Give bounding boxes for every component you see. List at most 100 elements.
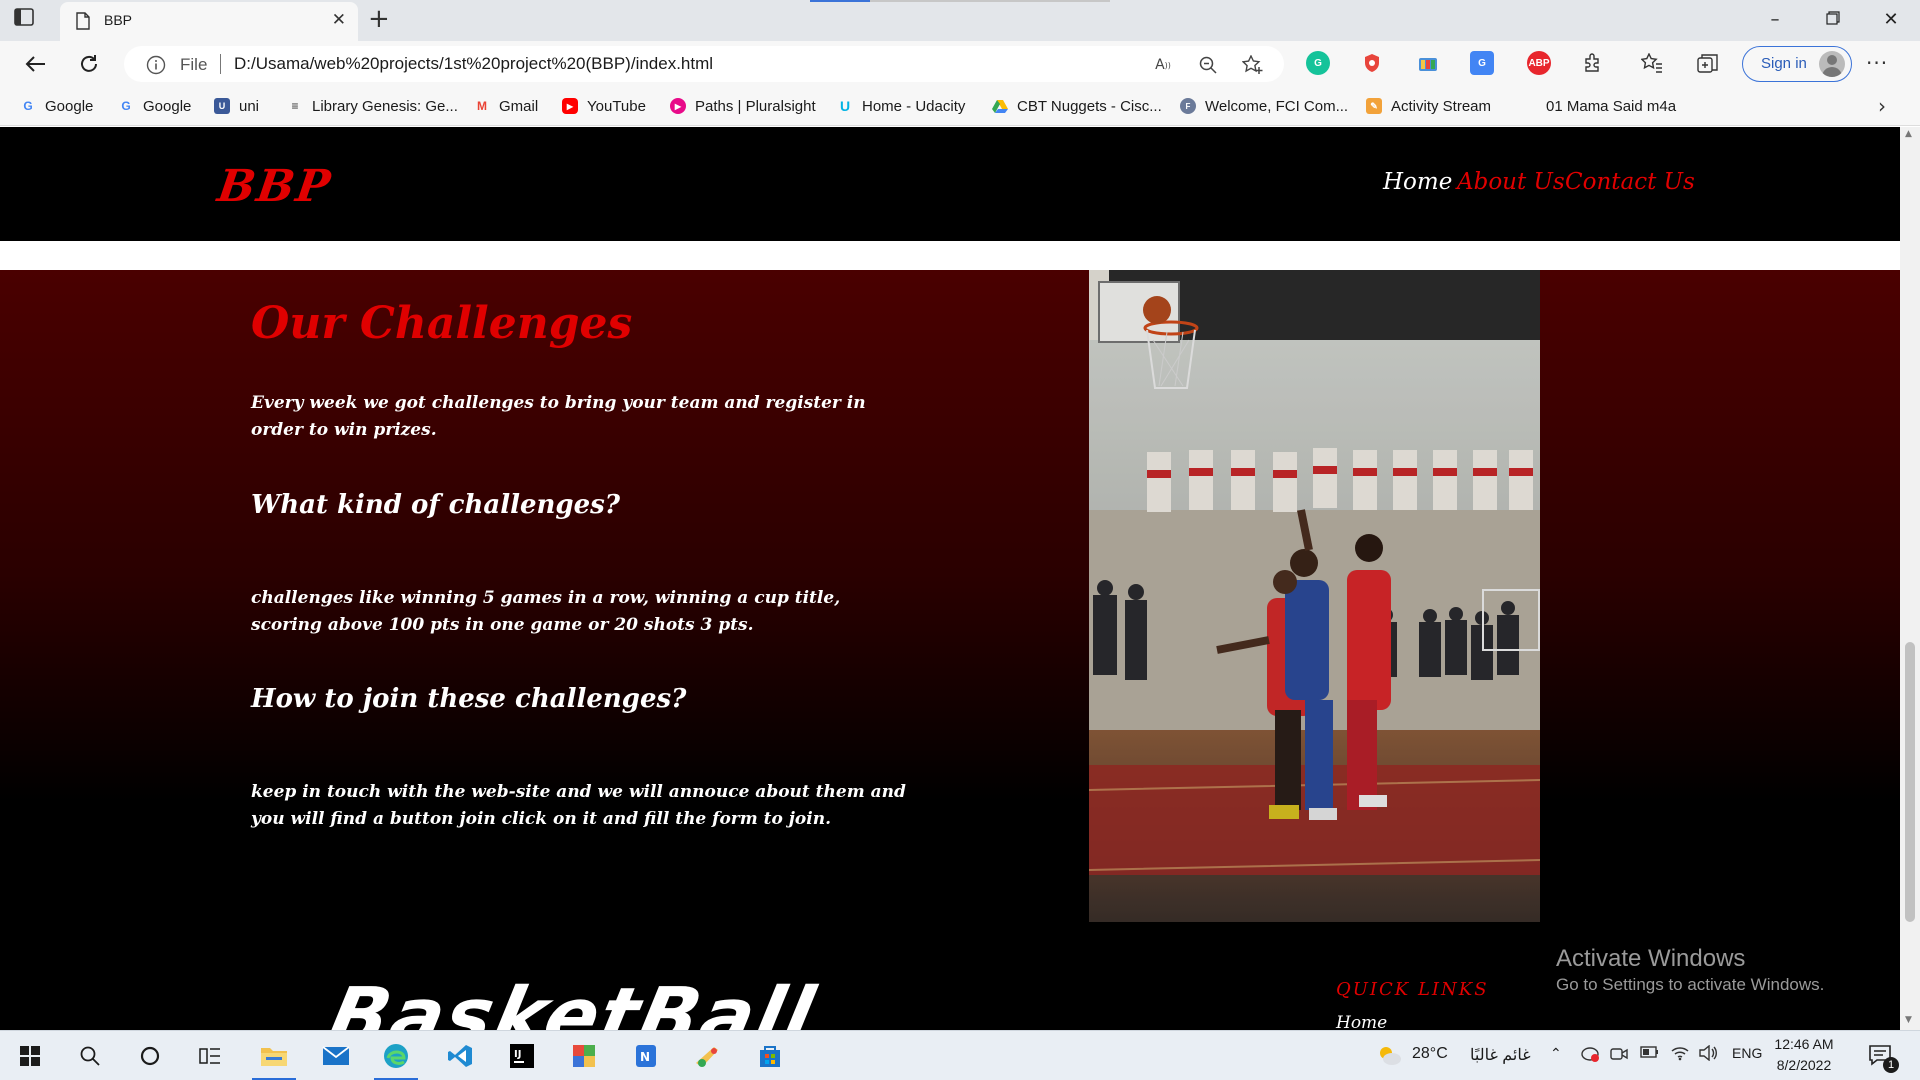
read-aloud-icon[interactable]: A))	[1152, 54, 1174, 76]
bookmark-label: CBT Nuggets - Cisc...	[1017, 97, 1162, 115]
tab-bbp[interactable]: BBP ✕	[60, 2, 358, 41]
shield-extension-icon[interactable]	[1360, 51, 1384, 75]
task-view-button[interactable]	[182, 1031, 238, 1080]
address-separator	[220, 54, 221, 74]
folder-icon	[261, 1048, 287, 1066]
more-menu-icon[interactable]: ···	[1866, 51, 1888, 75]
search-button[interactable]	[62, 1031, 118, 1080]
tab-close-icon[interactable]: ✕	[332, 10, 346, 30]
adblock-icon[interactable]: ABP	[1527, 51, 1551, 75]
site-logo[interactable]: BBP	[214, 161, 335, 212]
vscode-button[interactable]	[432, 1031, 488, 1080]
nav-contact-us[interactable]: Contact Us	[1565, 169, 1695, 195]
challenges-join-text: keep in touch with the web-site and we w…	[251, 782, 906, 829]
bookmark-label: Welcome, FCI Com...	[1205, 97, 1349, 115]
wifi-icon[interactable]	[1670, 1045, 1690, 1064]
bookmark-google-2[interactable]: G Google	[118, 96, 191, 116]
bookmark-uni[interactable]: U uni	[214, 96, 259, 116]
bookmark-label: Gmail	[499, 97, 539, 115]
battery-icon[interactable]	[1640, 1045, 1660, 1062]
nav-home[interactable]: Home	[1383, 169, 1452, 195]
browser-toolbar: File D:/Usama/web%20projects/1st%20proje…	[0, 41, 1920, 86]
translate-icon[interactable]: G	[1470, 51, 1494, 75]
back-arrow-icon	[25, 56, 45, 72]
bookmark-activity-stream[interactable]: ✎ Activity Stream	[1366, 96, 1491, 116]
start-button[interactable]	[2, 1031, 58, 1080]
bookmark-label: Google	[143, 97, 192, 115]
intellij-button[interactable]: IJ	[494, 1031, 550, 1080]
bookmark-pluralsight[interactable]: ▶ Paths | Pluralsight	[670, 96, 816, 116]
security-tray-icon[interactable]	[1580, 1045, 1600, 1066]
language-indicator[interactable]: ENG	[1732, 1045, 1762, 1061]
clock-date[interactable]: 8/2/2022	[1764, 1057, 1844, 1073]
weather-temperature[interactable]: 28°C	[1412, 1045, 1448, 1063]
uni-icon: U	[214, 98, 230, 114]
bookmark-library-genesis[interactable]: ≡ Library Genesis: Ge...	[287, 96, 457, 116]
activity-icon: ✎	[1366, 98, 1382, 114]
youtube-icon: ▶	[562, 98, 578, 114]
scroll-up-icon[interactable]: ▲	[1905, 129, 1912, 139]
paint-icon	[696, 1047, 718, 1067]
favorites-icon[interactable]	[1640, 51, 1664, 75]
cortana-button[interactable]	[122, 1031, 178, 1080]
clock-time[interactable]: 12:46 AM	[1764, 1036, 1844, 1052]
notification-count-badge: 1	[1883, 1057, 1899, 1073]
bookmark-youtube[interactable]: ▶ YouTube	[562, 96, 646, 116]
svg-text:IJ: IJ	[514, 1049, 521, 1060]
footer-basketball-logo: BasketBall	[320, 972, 823, 1030]
nav-about-us[interactable]: About Us	[1457, 169, 1565, 195]
minimize-icon[interactable]: –	[1752, 4, 1798, 36]
volume-icon[interactable]	[1698, 1044, 1718, 1064]
grammarly-icon[interactable]: G	[1306, 51, 1330, 75]
info-icon[interactable]	[146, 55, 166, 79]
bookmark-label: Activity Stream	[1391, 97, 1492, 115]
scroll-thumb[interactable]	[1905, 642, 1915, 922]
bookmark-udacity[interactable]: U Home - Udacity	[837, 96, 965, 116]
cortana-icon	[140, 1046, 160, 1066]
bookmark-fci[interactable]: F Welcome, FCI Com...	[1180, 96, 1348, 116]
fci-icon: F	[1180, 98, 1196, 114]
weather-description[interactable]: غائم غالبًا	[1470, 1045, 1531, 1065]
bookmark-google[interactable]: G Google	[20, 96, 93, 116]
new-tab-button[interactable]: +	[368, 6, 390, 32]
sign-in-button[interactable]: Sign in	[1742, 46, 1852, 82]
page-scrollbar[interactable]: ▲ ▼	[1900, 127, 1920, 1030]
bookmark-cbt-nuggets[interactable]: CBT Nuggets - Cisc...	[992, 96, 1162, 116]
url-text[interactable]: D:/Usama/web%20projects/1st%20project%20…	[234, 54, 713, 74]
quick-link-home[interactable]: Home	[1336, 1013, 1387, 1030]
bookmark-mama-said[interactable]: 01 Mama Said m4a	[1546, 96, 1676, 116]
loading-indicator	[810, 0, 1110, 2]
scroll-down-icon[interactable]: ▼	[1905, 1015, 1912, 1025]
tab-actions-button[interactable]	[14, 8, 44, 32]
word-app-button[interactable]: N	[618, 1031, 674, 1080]
bookmark-gmail[interactable]: M Gmail	[474, 96, 538, 116]
extensions-icon[interactable]	[1580, 51, 1604, 75]
add-favorite-icon[interactable]	[1242, 54, 1264, 76]
basketball-court-photo	[1089, 270, 1540, 922]
file-explorer-button[interactable]	[246, 1031, 302, 1080]
vscode-icon	[448, 1045, 472, 1067]
collections-icon[interactable]	[1696, 51, 1720, 75]
site-header: BBP Home About Us Contact Us	[0, 127, 1900, 241]
back-button[interactable]	[18, 47, 52, 81]
address-bar[interactable]: File D:/Usama/web%20projects/1st%20proje…	[124, 46, 1284, 82]
edge-icon	[384, 1044, 408, 1068]
mail-button[interactable]	[308, 1031, 364, 1080]
chevron-up-icon[interactable]: ⌃	[1550, 1045, 1562, 1062]
edge-button[interactable]	[368, 1031, 424, 1080]
tv-extension-icon[interactable]	[1416, 51, 1440, 75]
winrar-button[interactable]	[556, 1031, 612, 1080]
refresh-button[interactable]	[72, 47, 106, 81]
page-viewport: BBP Home About Us Contact Us Our Challen…	[0, 127, 1900, 1030]
close-window-icon[interactable]: ✕	[1868, 4, 1914, 36]
windows-icon	[20, 1046, 40, 1066]
chevron-right-icon[interactable]: ›	[1878, 94, 1886, 118]
store-button[interactable]	[742, 1031, 798, 1080]
restore-icon[interactable]	[1810, 4, 1856, 36]
weather-icon[interactable]	[1376, 1043, 1402, 1071]
activate-windows-subtitle: Go to Settings to activate Windows.	[1556, 975, 1825, 994]
zoom-icon[interactable]	[1197, 54, 1219, 76]
paint-button[interactable]	[680, 1031, 736, 1080]
meet-now-icon[interactable]	[1610, 1045, 1628, 1066]
task-view-icon	[199, 1048, 220, 1064]
